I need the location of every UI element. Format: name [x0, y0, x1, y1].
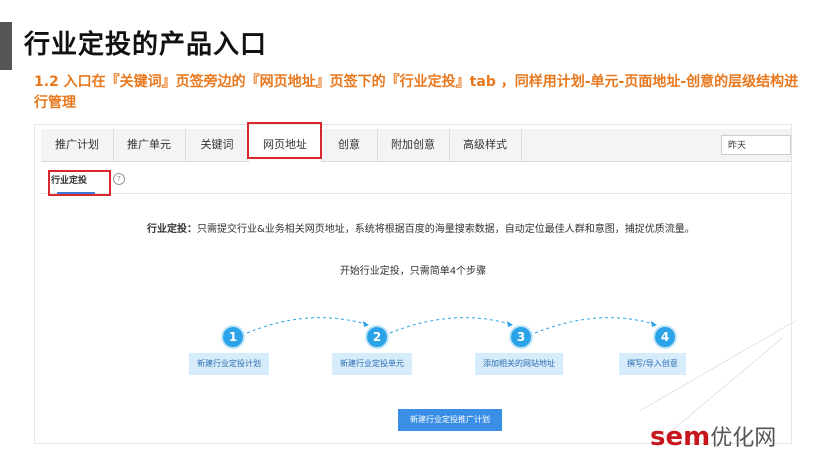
watermark-suffix: 优化网 [710, 426, 777, 451]
description-line: 行业定投：只需提交行业&业务相关网页地址，系统将根据百度的海量搜索数据，自动定位… [147, 220, 695, 235]
slide-title: 行业定投的产品入口 [24, 30, 268, 60]
title-accent-bar [0, 22, 12, 70]
ui-screenshot-panel: 推广计划 推广单元 关键词 网页地址 创意 附加创意 高级样式 昨天 行业定投 … [34, 122, 792, 444]
main-tab-bar: 推广计划 推广单元 关键词 网页地址 创意 附加创意 高级样式 昨天 [41, 129, 791, 162]
highlight-box-web-address [247, 122, 322, 159]
steps-heading: 开始行业定投，只需简单4个步骤 [339, 266, 487, 277]
tab-keywords[interactable]: 关键词 [185, 129, 250, 161]
create-industry-campaign-button[interactable]: 新建行业定投推广计划 [398, 409, 502, 431]
watermark-brand: sem [650, 422, 711, 452]
step-1-label: 新建行业定投计划 [189, 353, 269, 375]
step-connector-arcs [246, 317, 658, 334]
step-3-number: 3 [509, 325, 533, 349]
date-filter-select[interactable]: 昨天 [721, 135, 791, 155]
tab-adgroup[interactable]: 推广单元 [113, 129, 186, 161]
highlight-box-industry-targeting [48, 170, 111, 196]
step-3-label: 添加相关的网站地址 [475, 353, 563, 375]
step-2-label: 新建行业定投单元 [332, 353, 412, 375]
tab-campaign[interactable]: 推广计划 [41, 129, 114, 161]
description-label: 行业定投： [147, 224, 197, 235]
step-2-number: 2 [365, 325, 389, 349]
step-4-number: 4 [653, 325, 677, 349]
sub-tab-bar: 行业定投 ? [41, 165, 791, 194]
step-4-label: 撰写/导入创意 [619, 353, 686, 375]
tab-creative[interactable]: 创意 [321, 129, 378, 161]
step-1-number: 1 [221, 325, 245, 349]
brand-watermark: sem优化网 [650, 420, 776, 452]
description-text: 只需提交行业&业务相关网页地址，系统将根据百度的海量搜索数据，自动定位最佳人群和… [197, 224, 695, 235]
slide-subtitle: 1.2 入口在『关键词』页签旁边的『网页地址』页签下的『行业定投』tab ，同样… [34, 74, 799, 111]
tab-extra-creative[interactable]: 附加创意 [377, 129, 450, 161]
help-icon[interactable]: ? [113, 173, 125, 185]
tab-advanced-style[interactable]: 高级样式 [449, 129, 522, 161]
